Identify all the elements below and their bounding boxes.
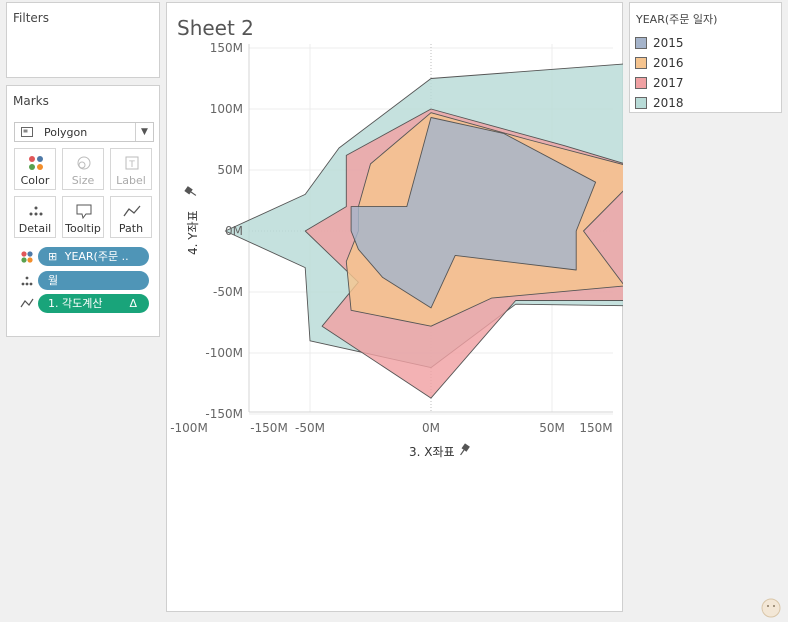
x-tick-label: -50M — [295, 421, 325, 435]
color-dots-icon — [29, 156, 43, 170]
detail-label: Detail — [18, 222, 52, 235]
path-button[interactable]: Path — [110, 196, 152, 238]
x-tick-label: 50M — [539, 421, 565, 435]
pin-head — [461, 443, 470, 452]
path-icon — [20, 298, 34, 308]
pin-icon — [184, 186, 197, 196]
plus-box-icon: ⊞ — [48, 250, 58, 263]
mark-type-dropdown[interactable]: Polygon ▼ — [14, 122, 154, 142]
detail-dots-icon — [21, 276, 33, 286]
path-icon — [123, 205, 141, 217]
legend-swatch — [635, 57, 647, 69]
chevron-down-icon[interactable]: ▼ — [135, 123, 153, 141]
chart-polygons — [224, 63, 623, 399]
polygon-mark-icon — [21, 127, 33, 137]
x-tick-label: 150M — [579, 421, 612, 435]
month-pill-label: 월 — [48, 274, 59, 287]
marks-title: Marks — [13, 94, 49, 108]
x-tick-label: -100M — [170, 421, 208, 435]
legend-swatch — [635, 97, 647, 109]
legend-swatch — [635, 77, 647, 89]
filters-title: Filters — [13, 11, 49, 25]
tooltip-button[interactable]: Tooltip — [62, 196, 104, 238]
y-tick-label: 0M — [225, 224, 243, 238]
legend-label: 2015 — [653, 36, 684, 50]
legend-swatch — [635, 37, 647, 49]
color-legend: YEAR(주문 일자) 2015 2016 2017 2018 — [629, 2, 782, 113]
year-color-pill[interactable]: ⊞ YEAR(주문 .. — [38, 247, 149, 266]
y-tick-label: -50M — [213, 285, 243, 299]
x-tick-label: 0M — [422, 421, 440, 435]
angle-calc-path-pill[interactable]: 1. 각도계산 Δ — [38, 294, 149, 313]
pin-needle — [460, 449, 465, 456]
y-axis-title: 4. Y좌표 — [186, 210, 200, 255]
legend-title: YEAR(주문 일자) — [636, 13, 718, 26]
marks-card: Marks Polygon ▼ Color Size T Label Detai… — [6, 85, 160, 337]
y-tick-label: 50M — [217, 163, 243, 177]
y-tick-label: -150M — [205, 407, 243, 421]
label-button[interactable]: T Label — [110, 148, 152, 190]
angle-pill-label: 1. 각도계산 — [48, 297, 103, 310]
color-button[interactable]: Color — [14, 148, 56, 190]
label-label: Label — [116, 174, 146, 187]
size-label: Size — [71, 174, 95, 187]
legend-label: 2017 — [653, 76, 684, 90]
detail-button[interactable]: Detail — [14, 196, 56, 238]
y-tick-label: 100M — [210, 102, 243, 116]
month-detail-pill[interactable]: 월 — [38, 271, 149, 290]
size-button[interactable]: Size — [62, 148, 104, 190]
year-pill-label: YEAR(주문 .. — [64, 250, 129, 263]
tooltip-label: Tooltip — [65, 222, 101, 235]
tooltip-icon — [76, 204, 92, 219]
y-tick-label: 150M — [210, 41, 243, 55]
x-axis-title: 3. X좌표 — [409, 445, 455, 459]
mark-type-label: Polygon — [44, 126, 88, 139]
legend-label: 2018 — [653, 96, 684, 110]
x-tick-label: -150M — [250, 421, 288, 435]
color-dots-icon — [21, 251, 33, 263]
pin-needle — [190, 191, 197, 196]
path-label: Path — [118, 222, 144, 235]
label-icon: T — [125, 156, 139, 170]
radar-chart: 150M100M50M0M-50M-100M-150M-150M-100M -50… — [170, 41, 623, 459]
color-label: Color — [20, 174, 50, 187]
mascot-icon — [761, 598, 781, 618]
svg-text:T: T — [128, 160, 135, 170]
filters-shelf[interactable]: Filters — [6, 2, 160, 78]
legend-label: 2016 — [653, 56, 684, 70]
size-icon — [77, 156, 91, 170]
delta-icon: Δ — [129, 297, 137, 310]
pin-icon — [460, 443, 470, 456]
pin-head — [184, 186, 193, 195]
detail-dots-icon — [29, 206, 43, 216]
y-tick-label: -100M — [205, 346, 243, 360]
